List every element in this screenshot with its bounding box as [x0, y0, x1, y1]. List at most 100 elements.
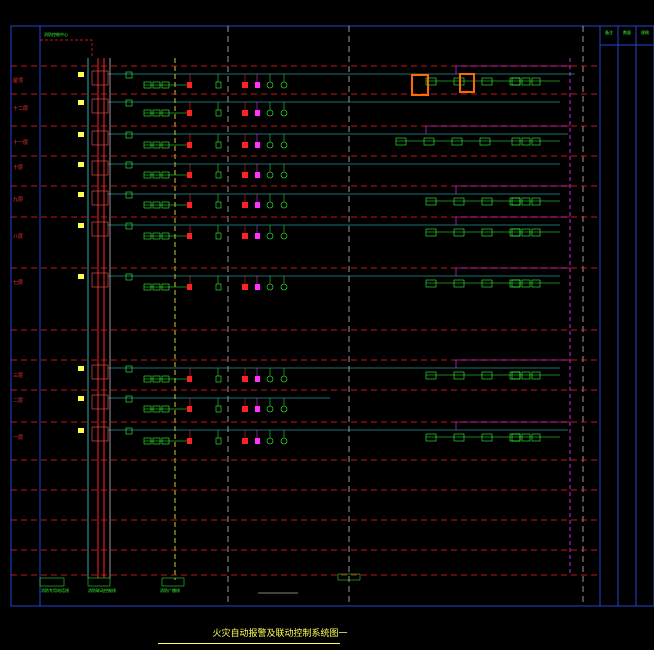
input-module-icon [125, 222, 133, 230]
flow-indicator-icon [280, 171, 288, 179]
flow-indicator-icon [280, 232, 288, 240]
linkage-module-icon [531, 433, 541, 442]
floor-module-box [91, 221, 109, 237]
flow-indicator-icon [280, 81, 288, 89]
floor-junction-icon [78, 274, 84, 279]
floor-module-box [91, 426, 109, 442]
linkage-module-icon [521, 433, 531, 442]
floor-junction-icon [78, 132, 84, 137]
hydrant-button-icon [215, 437, 222, 445]
linkage-module-icon [521, 279, 531, 288]
alarm-bell-icon [242, 202, 248, 208]
linkage-module-icon [481, 197, 493, 206]
hydrant-button-icon [215, 201, 222, 209]
magenta-linkage-bus [455, 65, 570, 74]
magenta-linkage-bus [425, 125, 570, 134]
linkage-module-icon [453, 197, 465, 206]
linkage-module-icon [481, 433, 493, 442]
manual-alarm-button-icon [187, 142, 192, 148]
linkage-module-icon [509, 228, 521, 237]
speaker-icon [255, 172, 260, 178]
linkage-module-icon [451, 137, 463, 146]
linkage-module-icon [531, 77, 541, 86]
manual-alarm-button-icon [187, 202, 192, 208]
right-column-head-spec: 规格 [641, 30, 649, 35]
linkage-module-icon [531, 371, 541, 380]
flow-indicator-icon [280, 109, 288, 117]
linkage-module-icon [425, 433, 437, 442]
linkage-module-icon [511, 228, 521, 237]
linkage-module-icon [453, 371, 465, 380]
hydrant-button-icon [215, 405, 222, 413]
linkage-module-icon [453, 279, 465, 288]
flow-indicator-icon [280, 141, 288, 149]
linkage-module-icon [511, 279, 521, 288]
top-note: 消防控制中心 [44, 32, 68, 37]
linkage-module-icon [425, 279, 437, 288]
linkage-module-icon [511, 433, 521, 442]
speaker-icon [255, 110, 260, 116]
input-module-icon [125, 99, 133, 107]
linkage-module-icon [521, 197, 531, 206]
floor-junction-icon [78, 428, 84, 433]
manual-alarm-button-icon [187, 233, 192, 239]
input-module-icon [125, 131, 133, 139]
linkage-module-icon [425, 197, 437, 206]
floor-junction-icon [78, 100, 84, 105]
speaker-icon [255, 82, 260, 88]
telephone-jack-icon [266, 232, 274, 240]
hydrant-button-icon [215, 232, 222, 240]
floor-label-6: 七层 [13, 280, 24, 286]
linkage-module-icon [521, 228, 531, 237]
bottom-note-marker-3 [161, 577, 185, 587]
bottom-note-marker-1 [39, 577, 65, 587]
magenta-linkage-bus [455, 185, 570, 194]
linkage-module-icon [481, 279, 493, 288]
diagram-title: 火灾自动报警及联动控制系统图一 [212, 629, 348, 639]
linkage-module-icon [531, 197, 541, 206]
floor-module-box [91, 98, 109, 114]
hydrant-button-icon [215, 141, 222, 149]
linkage-module-icon [509, 371, 521, 380]
floor-module-box [91, 394, 109, 410]
floor-label-8: 二层 [13, 398, 24, 404]
floor-module-box [91, 130, 109, 146]
speaker-icon [255, 284, 260, 290]
speaker-icon [255, 406, 260, 412]
manual-alarm-button-icon [187, 82, 192, 88]
linkage-module-icon [481, 77, 493, 86]
telephone-jack-icon [266, 375, 274, 383]
linkage-module-icon [481, 228, 493, 237]
manual-alarm-button-icon [187, 172, 192, 178]
linkage-module-icon [511, 77, 521, 86]
manual-alarm-button-icon [187, 406, 192, 412]
speaker-icon [255, 233, 260, 239]
floor-module-box [91, 160, 109, 176]
flow-indicator-icon [280, 283, 288, 291]
linkage-module-icon [521, 137, 531, 146]
input-module-icon [125, 71, 133, 79]
alarm-bell-icon [242, 406, 248, 412]
bottom-note-3: 消防广播线 [160, 588, 180, 593]
linkage-module-icon [395, 137, 407, 146]
bottom-note-marker-2 [87, 577, 111, 587]
flow-indicator-icon [280, 437, 288, 445]
manual-alarm-button-icon [187, 284, 192, 290]
linkage-module-icon [531, 137, 541, 146]
floor-junction-icon [78, 223, 84, 228]
floor-label-9: 一层 [13, 435, 24, 441]
input-module-icon [125, 427, 133, 435]
floor-junction-icon [78, 72, 84, 77]
hydrant-button-icon [215, 109, 222, 117]
linkage-module-icon [425, 371, 437, 380]
floor-label-2: 十一层 [13, 140, 29, 146]
right-column-head-qty: 数量 [623, 30, 631, 35]
linkage-module-icon [509, 77, 521, 86]
linkage-module-icon [509, 197, 521, 206]
magenta-linkage-bus [455, 267, 570, 276]
telephone-jack-icon [266, 171, 274, 179]
blank-floor-separators [11, 329, 600, 576]
floor-module-box [91, 70, 109, 86]
linkage-module-icon [453, 433, 465, 442]
bottom-note-1: 消防专用电话线 [41, 588, 69, 593]
